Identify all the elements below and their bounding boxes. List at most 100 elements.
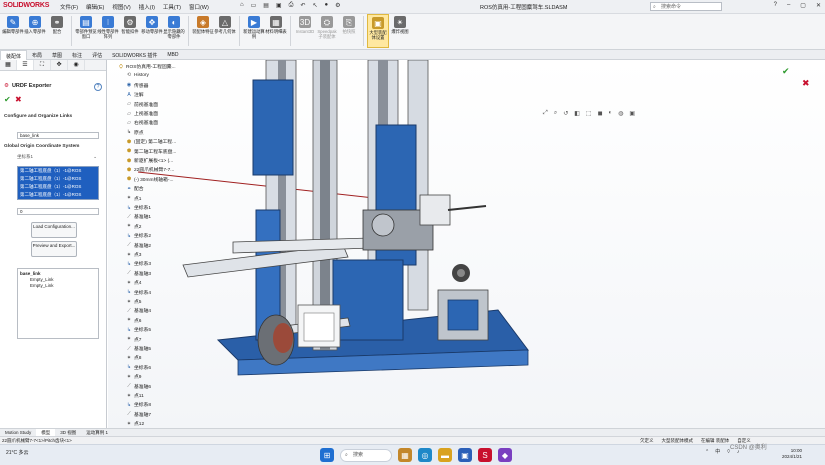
weather-widget[interactable]: 21°C 多云 <box>6 449 29 456</box>
tree-item[interactable]: ✶ 点2 <box>126 223 142 230</box>
graphics-viewport[interactable]: ⤢ ⌕ ↺ ◧ ⬚ ◼ ◐ ◍ ▣ ✔ ✖ ⛭ ROS仿真用-工程固麋... ⟲… <box>108 60 825 428</box>
ribbon-button-mate[interactable]: ⚭ 配合 <box>46 14 68 48</box>
open-icon[interactable]: ▤ <box>263 2 269 9</box>
ribbon-button-snapshot[interactable]: ⎘ 拍快照 <box>338 14 360 48</box>
list-item[interactable]: 第二轴工程底盘（1）-1@ROS <box>18 183 98 191</box>
ribbon-button-exploded-view[interactable]: ✴ 爆炸视图 <box>389 14 411 48</box>
list-item[interactable]: 第二轴工程底盘（1）-1@ROS <box>18 167 98 175</box>
tree-item[interactable]: ⟋ 基准轴6 <box>126 383 151 390</box>
link-tree-child[interactable]: Empty_Link <box>20 283 96 289</box>
tree-item[interactable]: ✶ 点6 <box>126 317 142 324</box>
ribbon-button-show-hidden[interactable]: ◐ 显示隐藏的零部件 <box>163 14 185 48</box>
save-icon[interactable]: ▣ <box>276 2 282 9</box>
tree-item[interactable]: ⬢ (-) 30mm线轴箱-... <box>126 176 174 183</box>
tab-mbd[interactable]: MBD <box>162 50 183 60</box>
ribbon-button-smart-fastener[interactable]: ⚙ 智能扣件 <box>119 14 141 48</box>
load-configuration-button[interactable]: Load Configuration... <box>31 222 77 238</box>
ribbon-button-edit-component[interactable]: ✎ 编辑零部件 <box>2 14 24 48</box>
configuration-manager-tab-icon[interactable]: ⛶ <box>34 60 51 70</box>
store-icon[interactable]: ▣ <box>458 448 472 462</box>
tree-item[interactable]: ⬢ (固定) 第二轴工程... <box>126 138 176 146</box>
language-indicator[interactable]: 中 <box>715 448 720 455</box>
tree-item[interactable]: ⬢ 22圆爪机械臂7-7... <box>126 166 174 174</box>
tree-item[interactable]: ⛭ ROS仿真用-工程固麋... <box>118 63 176 71</box>
tab-markup[interactable]: 标注 <box>67 50 87 60</box>
tree-item[interactable]: ✶ 点12 <box>126 420 144 428</box>
tree-item[interactable]: ✶ 点9 <box>126 373 142 381</box>
rebuild-icon[interactable]: ● <box>325 2 329 9</box>
solidworks-taskbar-icon[interactable]: S <box>478 448 492 462</box>
tree-item[interactable]: ✶ 点4 <box>126 279 142 287</box>
ribbon-button-move-component[interactable]: ✥ 移动零部件 <box>141 14 163 48</box>
ribbon-button-reference-geometry[interactable]: △ 参考几何体 <box>214 14 236 48</box>
minimize-icon[interactable]: – <box>787 2 790 9</box>
tree-item[interactable]: ⟋ 基准轴7 <box>126 411 151 418</box>
chevron-up-icon[interactable]: ⌃ <box>705 449 709 455</box>
menu-window[interactable]: 窗口(W) <box>189 3 209 11</box>
undo-icon[interactable]: ↶ <box>300 2 305 9</box>
tree-item[interactable]: ⟋ 基准轴1 <box>126 213 151 221</box>
ribbon-button-component-preview[interactable]: ▤ 零部件预览窗口 <box>75 14 97 48</box>
app-icon[interactable]: ◆ <box>498 448 512 462</box>
menu-tools[interactable]: 工具(T) <box>163 3 181 11</box>
list-item[interactable]: 第二轴工程底盘（1）-1@ROS <box>18 191 98 199</box>
tree-item[interactable]: ↳ 坐标系6 <box>126 364 151 371</box>
ribbon-button-insert-component[interactable]: ⊕ 插入零部件 <box>24 14 46 48</box>
tab-model[interactable]: 模型 <box>36 429 56 436</box>
tree-item[interactable]: ▱ 右视基准面 <box>126 119 158 127</box>
coordinate-system-select[interactable]: 坐标系1 ⌄ <box>17 154 99 161</box>
tree-item[interactable]: ↳ 坐标系1 <box>126 204 151 212</box>
taskbar-search[interactable]: ⌕ 搜索 <box>340 448 392 462</box>
tree-item[interactable]: ✶ 点3 <box>126 251 142 259</box>
display-manager-tab-icon[interactable]: ◉ <box>68 60 85 70</box>
close-icon[interactable]: ✕ <box>816 2 821 9</box>
tree-item[interactable]: ↳ 坐标系5 <box>126 326 151 334</box>
options-icon[interactable]: ⚙ <box>335 2 340 9</box>
tab-motion-study-1[interactable]: 运动算例 1 <box>81 429 113 436</box>
tab-motion-study[interactable]: Motion Study <box>0 429 36 436</box>
tree-item[interactable]: ✶ 点11 <box>126 392 144 400</box>
tree-item[interactable]: ⟋ 基准轴4 <box>126 307 151 315</box>
tree-item[interactable]: ⬢ 第二轴工程车底盘... <box>126 148 177 155</box>
list-item[interactable]: 第二轴工程底盘（1）-1@ROS <box>18 175 98 183</box>
ribbon-button-assembly-feature[interactable]: ◈ 装配体特征 <box>192 14 214 48</box>
feature-manager-tab-icon[interactable]: ▦ <box>0 60 17 70</box>
help-icon[interactable]: ? <box>94 83 102 91</box>
tree-item[interactable]: ⬢ 新驱扩展板<1> (... <box>126 157 173 165</box>
menu-file[interactable]: 文件(F) <box>60 3 78 11</box>
tree-item[interactable]: ⟋ 基准轴3 <box>126 270 151 277</box>
tab-addins[interactable]: SOLIDWORKS 插件 <box>107 50 162 60</box>
home-icon[interactable]: ⌂ <box>240 2 244 9</box>
ribbon-button-instant3d[interactable]: 3D Instant3D <box>294 14 316 48</box>
ribbon-button-speedpak[interactable]: ⛭ Speedpak子装配体 <box>316 14 338 48</box>
tree-item[interactable]: ⟋ 基准轴5 <box>126 345 151 353</box>
dimxpert-tab-icon[interactable]: ✥ <box>51 60 68 70</box>
ok-check-icon[interactable]: ✔ <box>4 95 11 104</box>
tree-item[interactable]: ✶ 点5 <box>126 298 142 306</box>
tree-item[interactable]: ↳ 坐标系2 <box>126 232 151 240</box>
ribbon-button-large-assembly[interactable]: ▣ 大型装配体设置 <box>367 14 389 48</box>
property-manager-tab-icon[interactable]: ☰ <box>17 60 34 70</box>
link-tree[interactable]: base_link Empty_Link Empty_Link <box>17 268 99 339</box>
tab-evaluate[interactable]: 评估 <box>87 50 107 60</box>
tree-item[interactable]: ↳ 坐标系8 <box>126 401 151 409</box>
ribbon-button-linear-pattern[interactable]: ⁝ 线性零部件阵列 <box>97 14 119 48</box>
tree-item[interactable]: ↳ 坐标系3 <box>126 260 151 268</box>
tree-item[interactable]: ✶ 点7 <box>126 336 142 343</box>
ribbon-button-new-motion-study[interactable]: ▶ 新建运动算例 <box>243 14 265 48</box>
menu-insert[interactable]: 插入(I) <box>139 3 155 11</box>
restore-icon[interactable]: ▢ <box>800 2 806 9</box>
tree-item[interactable]: ✶ 点8 <box>126 354 142 362</box>
cancel-x-icon[interactable]: ✖ <box>15 95 22 104</box>
help-icon[interactable]: ? <box>774 2 777 9</box>
widgets-icon[interactable]: ▦ <box>398 448 412 462</box>
tree-item[interactable]: ✶ 点1 <box>126 195 142 202</box>
tree-item[interactable]: ⚭ 配合 <box>126 185 144 193</box>
preview-export-button[interactable]: Preview and Export... <box>31 241 77 257</box>
file-explorer-icon[interactable]: ▬ <box>438 448 452 462</box>
tree-item[interactable]: ⟋ 基准轴2 <box>126 242 151 249</box>
tab-sketch[interactable]: 草图 <box>47 50 67 60</box>
link-name-field[interactable]: base_link <box>17 132 99 139</box>
menu-edit[interactable]: 编辑(E) <box>86 3 104 11</box>
tab-3d-views[interactable]: 3D 视图 <box>55 429 81 436</box>
